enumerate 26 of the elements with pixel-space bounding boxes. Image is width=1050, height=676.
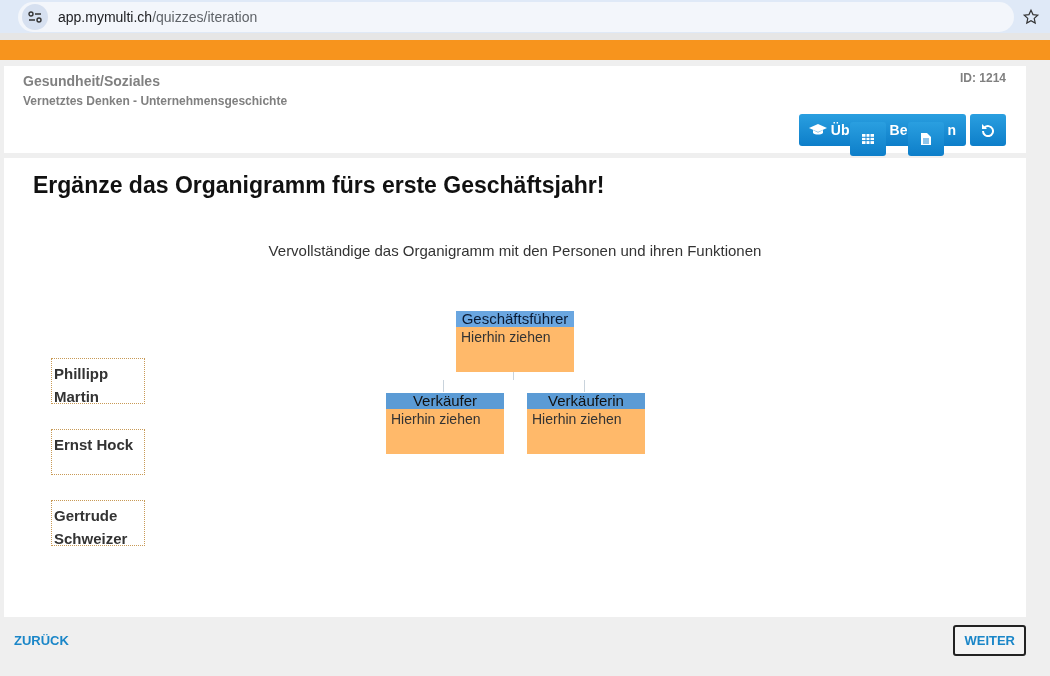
address-bar[interactable]: app.mymulti.ch/quizzes/iteration — [18, 1, 1014, 32]
drop-zone[interactable]: Hierhin ziehen — [386, 409, 504, 454]
drop-zone[interactable]: Hierhin ziehen — [527, 409, 645, 454]
task-instruction: Vervollständige das Organigramm mit den Personen und ihren Funktionen — [268, 242, 762, 259]
quiz-id: ID: 1214 — [959, 71, 1006, 85]
drop-zone[interactable]: Hierhin ziehen — [456, 327, 574, 372]
graduation-cap-icon — [808, 124, 827, 136]
reset-button[interactable] — [970, 114, 1006, 146]
name-card[interactable]: Phillipp Martin — [51, 358, 145, 404]
url-text: app.mymulti.ch/quizzes/iteration — [58, 8, 258, 25]
role-label: Verkäufer — [386, 393, 504, 409]
bookmark-star-icon[interactable] — [1022, 7, 1040, 26]
next-button[interactable]: WEITER — [953, 625, 1026, 656]
name-card[interactable]: Gertrude Schweizer — [51, 500, 145, 546]
document-icon — [920, 133, 931, 145]
quiz-subtitle: Vernetztes Denken - Unternehmensgeschichte — [23, 94, 288, 108]
name-card[interactable]: Ernst Hock — [51, 429, 145, 475]
table-icon — [861, 134, 874, 144]
reset-icon — [981, 123, 995, 137]
task-title: Ergänze das Organigramm fürs erste Geschäftsjahr! — [33, 172, 605, 199]
role-label: Verkäuferin — [527, 393, 645, 409]
role-label: Geschäftsführer — [456, 311, 574, 327]
category-title: Gesundheit/Soziales — [23, 73, 160, 89]
table-view-button[interactable] — [849, 122, 886, 156]
document-view-button[interactable] — [907, 122, 944, 156]
site-settings-icon[interactable] — [28, 10, 42, 23]
